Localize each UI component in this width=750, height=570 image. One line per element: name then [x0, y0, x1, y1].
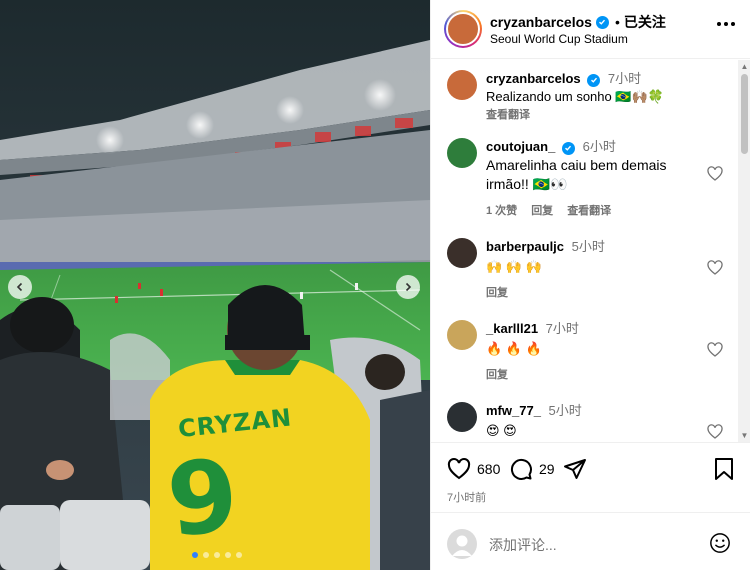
reply-button[interactable]: 回复	[531, 202, 553, 220]
post-actions: 680 29 7小时前	[431, 442, 750, 512]
emoji-icon[interactable]	[709, 532, 731, 554]
comment-text: 😍 😍	[486, 423, 517, 438]
heart-icon[interactable]	[707, 166, 723, 182]
carousel-dot	[214, 552, 220, 558]
verified-badge-icon	[587, 73, 601, 87]
following-button[interactable]: 已关注	[624, 12, 666, 32]
save-action[interactable]	[713, 457, 735, 481]
carousel-dot	[192, 552, 198, 558]
avatar[interactable]	[447, 138, 477, 168]
avatar[interactable]	[447, 70, 477, 100]
previous-photo-button[interactable]	[8, 275, 32, 299]
post-location[interactable]: Seoul World Cup Stadium	[490, 32, 628, 46]
heart-icon[interactable]	[707, 260, 723, 276]
bookmark-icon[interactable]	[713, 457, 735, 481]
see-translation-link[interactable]: 查看翻译	[486, 106, 530, 124]
comment-count: 29	[539, 461, 555, 477]
comment-text: Amarelinha caiu bem demais irmão!! 🇧🇷👀	[486, 157, 667, 192]
comment-item: coutojuan_ 6小时 Amarelinha caiu bem demai…	[431, 138, 750, 224]
like-count: 680	[477, 461, 501, 477]
next-photo-button[interactable]	[396, 275, 420, 299]
comment-time: 5小时	[571, 239, 605, 254]
carousel-dot	[203, 552, 209, 558]
comment-time: 7小时	[545, 321, 579, 336]
reply-button[interactable]: 回复	[486, 284, 508, 302]
comment-list[interactable]: cryzanbarcelos 7小时 Realizando um sonho 🇧…	[431, 60, 750, 442]
comment-username[interactable]: coutojuan_	[486, 139, 555, 154]
share-icon[interactable]	[563, 457, 587, 481]
comment-scrollbar[interactable]: ▲ ▼	[738, 60, 750, 442]
comment-item: barberpauljc 5小时 🙌 🙌 🙌 回复	[431, 238, 750, 308]
heart-icon[interactable]	[707, 424, 723, 440]
scroll-down-arrow-icon[interactable]: ▼	[740, 431, 749, 440]
share-action[interactable]	[563, 457, 587, 481]
comment-item: mfw_77_ 5小时 😍 😍	[431, 402, 750, 442]
carousel-dot	[225, 552, 231, 558]
avatar[interactable]	[447, 238, 477, 268]
chevron-left-icon	[16, 282, 23, 292]
carousel-dot	[236, 552, 242, 558]
caption-comment: cryzanbarcelos 7小时 Realizando um sonho 🇧…	[431, 70, 750, 130]
separator-dot: •	[614, 14, 620, 30]
comment-time: 7小时	[607, 71, 642, 86]
post-side-panel: cryzanbarcelos • 已关注 Seoul World Cup Sta…	[430, 0, 750, 570]
comment-text: 🙌 🙌 🙌	[486, 259, 542, 274]
carousel-indicator	[192, 552, 242, 558]
current-user-avatar	[447, 529, 477, 559]
comment-username[interactable]: cryzanbarcelos	[486, 71, 581, 86]
heart-icon[interactable]	[707, 342, 723, 358]
comment-item: _karlll21 7小时 🔥 🔥 🔥 回复	[431, 320, 750, 390]
comment-icon[interactable]	[509, 457, 533, 481]
comment-username[interactable]: _karlll21	[486, 321, 538, 336]
more-options-icon[interactable]	[717, 22, 735, 26]
comment-username[interactable]: mfw_77_	[486, 403, 541, 418]
author-username[interactable]: cryzanbarcelos	[490, 14, 592, 30]
comment-time: 6小时	[582, 139, 616, 154]
author-line: cryzanbarcelos • 已关注	[490, 12, 666, 32]
author-avatar[interactable]	[444, 10, 482, 48]
heart-icon[interactable]	[447, 457, 471, 481]
comment-action[interactable]: 29	[509, 457, 555, 481]
scroll-up-arrow-icon[interactable]: ▲	[740, 62, 749, 71]
scrollbar-thumb[interactable]	[741, 74, 748, 154]
post-header: cryzanbarcelos • 已关注 Seoul World Cup Sta…	[431, 0, 750, 59]
see-translation-link[interactable]: 查看翻译	[567, 202, 611, 220]
like-action[interactable]: 680	[447, 457, 500, 481]
comment-text: 🔥 🔥 🔥	[486, 341, 542, 356]
jersey-number: 9	[162, 436, 244, 560]
verified-badge-icon	[595, 15, 609, 29]
post-photo[interactable]: CRYZAN 9	[0, 0, 430, 570]
comment-input[interactable]: 添加评论...	[489, 535, 557, 555]
add-comment-bar: 添加评论...	[431, 512, 750, 570]
verified-badge-icon	[561, 141, 575, 155]
comment-username[interactable]: barberpauljc	[486, 239, 564, 254]
comment-time: 5小时	[548, 403, 582, 418]
avatar[interactable]	[447, 320, 477, 350]
comment-text: Realizando um sonho 🇧🇷🙌🏽🍀	[486, 89, 664, 104]
reply-button[interactable]: 回复	[486, 366, 508, 384]
post-timestamp[interactable]: 7小时前	[447, 489, 486, 505]
like-count[interactable]: 1 次赞	[486, 202, 517, 220]
avatar[interactable]	[447, 402, 477, 432]
chevron-right-icon	[405, 282, 412, 292]
